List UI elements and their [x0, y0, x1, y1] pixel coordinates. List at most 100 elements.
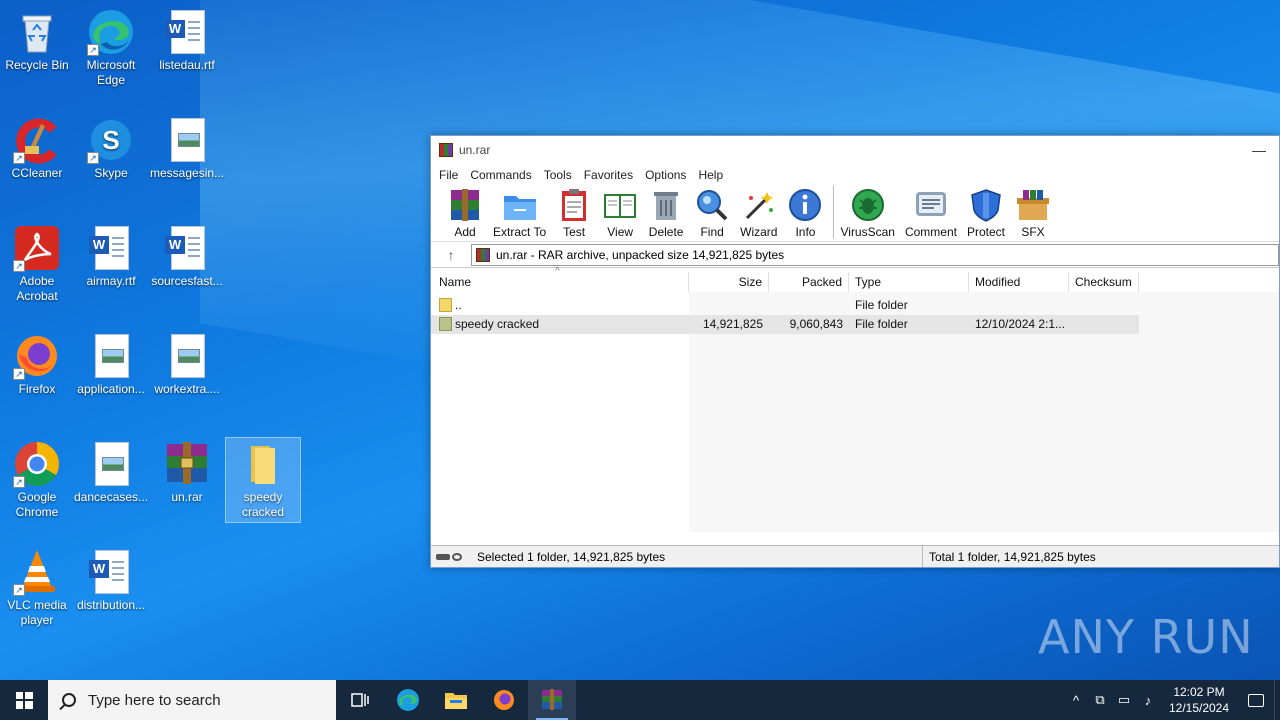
toolbar-wizard-button[interactable]: Wizard	[740, 186, 777, 239]
volume-icon[interactable]: ♪	[1136, 693, 1160, 708]
toolbar-find-button[interactable]: Find	[694, 186, 730, 239]
desktop-icon-label: application...	[77, 382, 145, 396]
column-header-name[interactable]: Name ^	[431, 266, 689, 292]
image-file-icon	[87, 332, 135, 380]
desktop-icon-application[interactable]: application...	[74, 332, 148, 397]
protect-shield-icon	[968, 188, 1004, 222]
vlc-icon: ↗	[13, 548, 61, 596]
path-text: un.rar - RAR archive, unpacked size 14,9…	[496, 247, 785, 262]
winrar-app-icon	[439, 143, 453, 157]
desktop-icon-workextra[interactable]: workextra....	[150, 332, 224, 397]
toolbar-separator	[833, 186, 835, 238]
toolbar-add-button[interactable]: Add	[447, 186, 483, 239]
desktop-icon-firefox[interactable]: ↗ Firefox	[0, 332, 74, 397]
menu-favorites[interactable]: Favorites	[584, 168, 633, 182]
menu-tools[interactable]: Tools	[544, 168, 572, 182]
taskbar-search-box[interactable]: Type here to search	[48, 680, 336, 720]
minimize-button[interactable]: —	[1239, 142, 1279, 158]
anyrun-watermark: ANY RUN	[1038, 610, 1254, 664]
task-view-icon	[351, 693, 369, 707]
folder-icon	[439, 298, 452, 312]
task-view-button[interactable]	[336, 680, 384, 720]
desktop-icon-sourcesfast[interactable]: W sourcesfast...	[150, 224, 224, 289]
image-file-icon	[87, 440, 135, 488]
menu-file[interactable]: File	[439, 168, 458, 182]
windows-logo-icon	[15, 691, 33, 709]
desktop-icon-skype[interactable]: S ↗ Skype	[74, 116, 148, 181]
drive-icon[interactable]	[431, 552, 467, 561]
toolbar-extract-button[interactable]: Extract To	[493, 186, 546, 239]
chevron-up-icon[interactable]: ^	[1064, 693, 1088, 708]
desktop-icon-ccleaner[interactable]: ↗ CCleaner	[0, 116, 74, 181]
menu-options[interactable]: Options	[645, 168, 686, 182]
taskbar-winrar-button[interactable]	[528, 680, 576, 720]
toolbar-delete-button[interactable]: Delete	[648, 186, 684, 239]
virusscan-bug-icon	[850, 188, 886, 222]
clock[interactable]: 12:02 PM 12/15/2024	[1160, 684, 1238, 716]
table-row-speedy-cracked[interactable]: speedy cracked 14,921,825 9,060,843 File…	[431, 315, 1139, 334]
add-archive-icon	[447, 188, 483, 222]
desktop-icon-acrobat[interactable]: ↗ Adobe Acrobat	[0, 224, 74, 304]
taskbar-file-explorer-button[interactable]	[432, 680, 480, 720]
find-magnifier-icon	[694, 188, 730, 222]
acrobat-icon: ↗	[13, 224, 61, 272]
column-header-size[interactable]: Size	[689, 272, 769, 292]
taskbar-edge-button[interactable]	[384, 680, 432, 720]
desktop-icon-airmay[interactable]: W airmay.rtf	[74, 224, 148, 289]
edge-icon: ↗	[87, 8, 135, 56]
folder-icon	[239, 440, 287, 488]
system-tray: ^ ⧉ ▭ ♪ 12:02 PM 12/15/2024	[1064, 680, 1280, 720]
column-header-packed[interactable]: Packed	[769, 272, 849, 292]
desktop-icon-label: distribution...	[76, 598, 146, 612]
ccleaner-icon: ↗	[13, 116, 61, 164]
desktop-icon-vlc[interactable]: ↗ VLC media player	[0, 548, 74, 628]
column-header-checksum[interactable]: Checksum	[1069, 272, 1139, 292]
start-button[interactable]	[0, 680, 48, 720]
toolbar-view-button[interactable]: View	[602, 186, 638, 239]
toolbar-test-button[interactable]: Test	[556, 186, 592, 239]
search-placeholder: Type here to search	[88, 691, 221, 709]
toolbar-info-button[interactable]: Info	[787, 186, 823, 239]
desktop-icon-listedau[interactable]: W listedau.rtf	[150, 8, 224, 73]
path-field[interactable]: un.rar - RAR archive, unpacked size 14,9…	[471, 243, 1279, 266]
taskbar-firefox-button[interactable]	[480, 680, 528, 720]
toolbar-comment-button[interactable]: Comment	[905, 186, 957, 239]
desktop-icon-distribution[interactable]: W distribution...	[74, 548, 148, 613]
table-row-parent[interactable]: .. File folder	[431, 296, 1139, 315]
firefox-icon: ↗	[13, 332, 61, 380]
desktop-icon-label: VLC media player	[7, 598, 67, 627]
network-icon[interactable]: ▭	[1112, 692, 1136, 708]
menu-help[interactable]: Help	[698, 168, 723, 182]
file-list: Name ^ Size Packed Type Modified Checksu…	[431, 266, 1279, 532]
desktop-icon-messagesin[interactable]: messagesin...	[150, 116, 224, 181]
delete-trash-icon	[648, 188, 684, 222]
image-file-icon	[163, 116, 211, 164]
toolbar-sfx-button[interactable]: SFX	[1015, 186, 1051, 239]
skype-icon: S ↗	[87, 116, 135, 164]
desktop-icon-dancecases[interactable]: dancecases...	[74, 440, 148, 505]
toolbar-virusscan-button[interactable]: VirusScan	[840, 186, 895, 239]
window-titlebar[interactable]: un.rar —	[431, 136, 1279, 164]
desktop-icon-chrome[interactable]: ↗ Google Chrome	[0, 440, 74, 520]
column-header-modified[interactable]: Modified	[969, 272, 1069, 292]
desktop-icon-edge[interactable]: ↗ Microsoft Edge	[74, 8, 148, 88]
desktop-icon-label: messagesin...	[150, 166, 225, 180]
up-arrow-icon[interactable]: ↑	[431, 247, 471, 263]
toolbar-protect-button[interactable]: Protect	[967, 186, 1005, 239]
sort-ascending-icon: ^	[555, 266, 560, 277]
desktop-icon-label: speedy cracked	[241, 490, 285, 519]
desktop-icon-label: CCleaner	[11, 166, 63, 180]
menu-commands[interactable]: Commands	[470, 168, 531, 182]
desktop-icon-recycle-bin[interactable]: Recycle Bin	[0, 8, 74, 73]
notification-button[interactable]	[1238, 693, 1274, 707]
desktop-icon-un-rar[interactable]: un.rar	[150, 440, 224, 505]
show-desktop-button[interactable]	[1274, 680, 1280, 720]
device-icon[interactable]: ⧉	[1088, 692, 1112, 708]
file-explorer-icon	[445, 693, 467, 709]
notification-icon	[1248, 693, 1264, 707]
chrome-icon: ↗	[13, 440, 61, 488]
column-header-type[interactable]: Type	[849, 272, 969, 292]
desktop-icon-label: workextra....	[154, 382, 220, 396]
desktop-icon-label: un.rar	[171, 490, 203, 504]
desktop-icon-speedy-cracked[interactable]: speedy cracked	[225, 437, 301, 523]
